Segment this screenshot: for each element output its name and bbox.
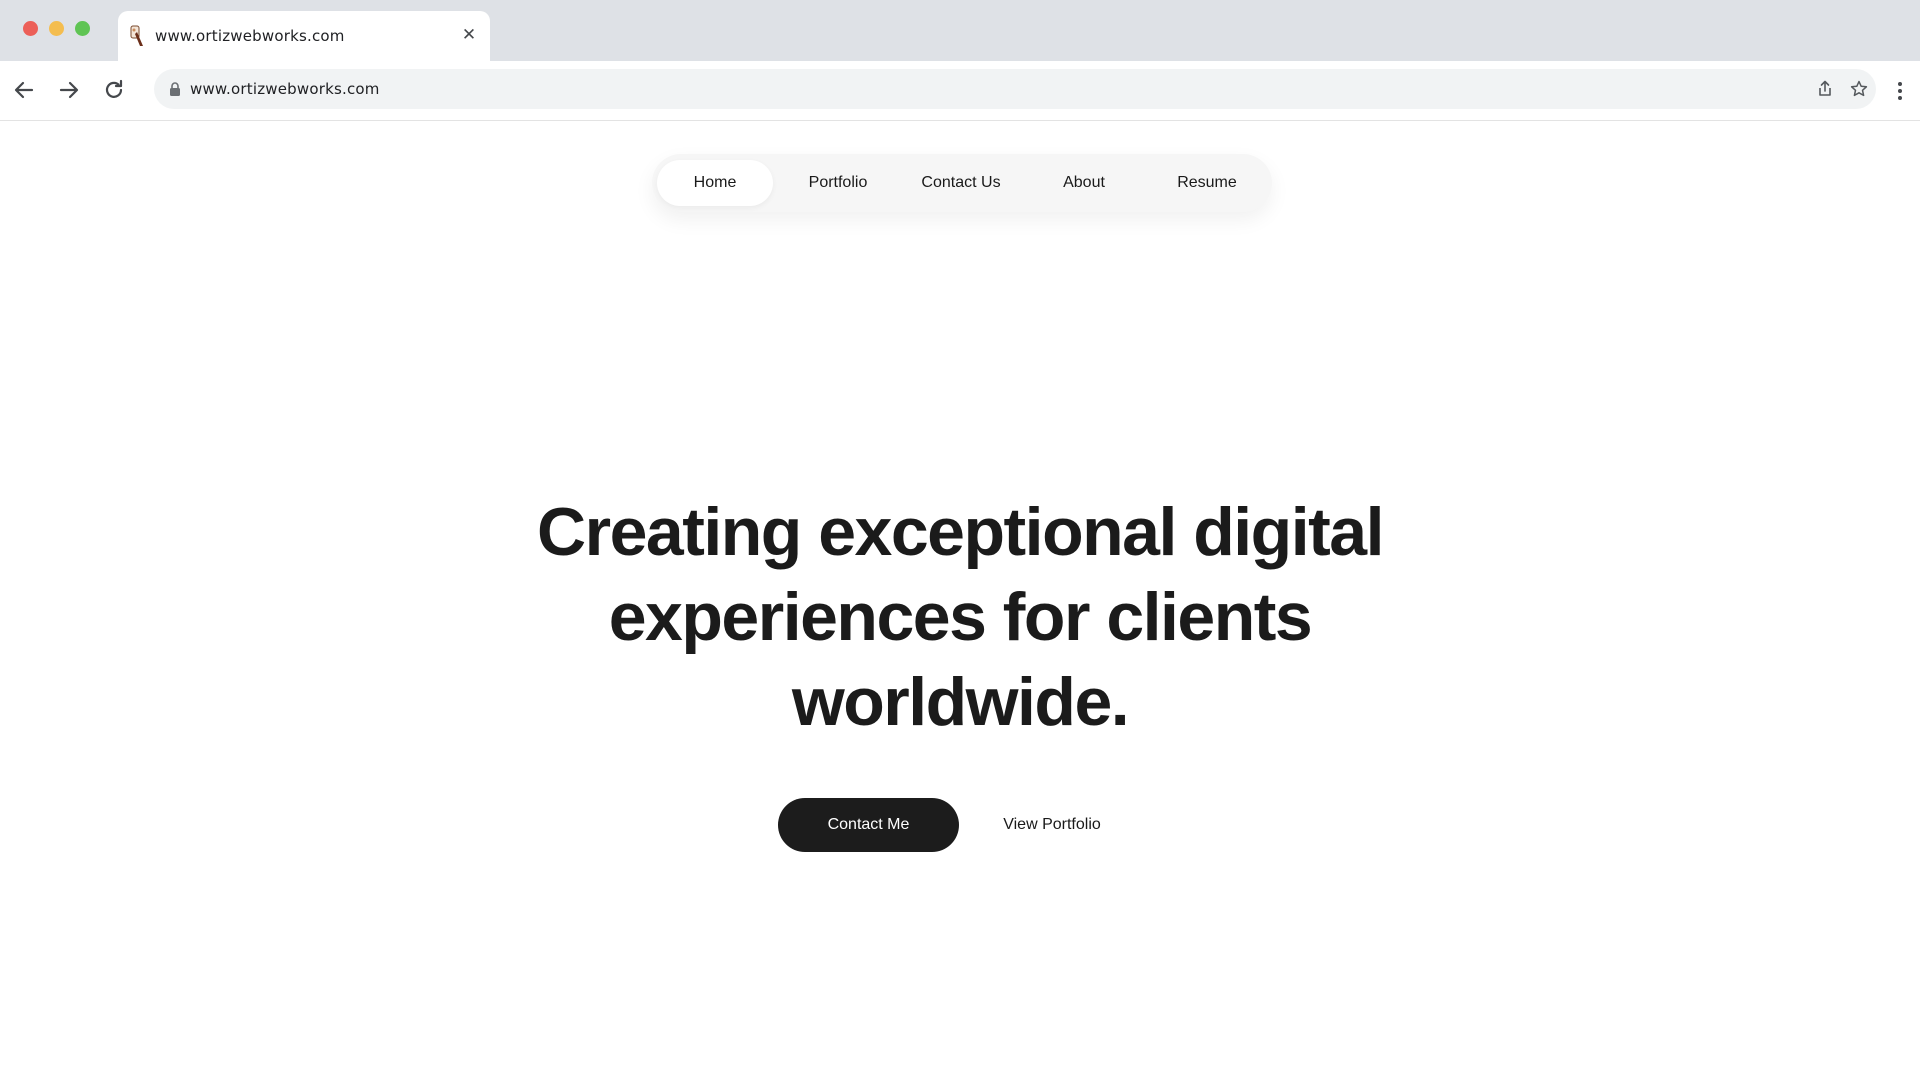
hero-line: worldwide. bbox=[791, 664, 1130, 740]
url-text: www.ortizwebworks.com bbox=[190, 80, 380, 98]
browser-tab-strip: www.ortizwebworks.com ✕ bbox=[0, 0, 1920, 61]
view-portfolio-link[interactable]: View Portfolio bbox=[992, 798, 1112, 852]
tab-title: www.ortizwebworks.com bbox=[155, 27, 345, 45]
forward-arrow-icon[interactable] bbox=[56, 77, 82, 103]
nav-item-home[interactable]: Home bbox=[657, 160, 773, 206]
browser-toolbar: www.ortizwebworks.com bbox=[0, 61, 1920, 121]
nav-item-portfolio[interactable]: Portfolio bbox=[780, 160, 896, 206]
nav-item-about[interactable]: About bbox=[1026, 160, 1142, 206]
hero-line: experiences for clients bbox=[608, 579, 1313, 655]
contact-me-button[interactable]: Contact Me bbox=[778, 798, 959, 852]
browser-tab[interactable]: www.ortizwebworks.com ✕ bbox=[118, 11, 490, 61]
address-bar[interactable]: www.ortizwebworks.com bbox=[154, 69, 1876, 109]
window-minimize-button[interactable] bbox=[49, 21, 64, 36]
reload-icon[interactable] bbox=[101, 77, 127, 103]
site-favicon-icon bbox=[130, 25, 143, 46]
share-icon[interactable] bbox=[1815, 79, 1835, 99]
close-icon[interactable]: ✕ bbox=[460, 26, 478, 44]
back-arrow-icon[interactable] bbox=[11, 77, 37, 103]
hero-headline: Creating exceptional digital experiences… bbox=[460, 490, 1460, 745]
nav-item-resume[interactable]: Resume bbox=[1149, 160, 1265, 206]
lock-icon bbox=[170, 82, 180, 96]
window-close-button[interactable] bbox=[23, 21, 38, 36]
window-zoom-button[interactable] bbox=[75, 21, 90, 36]
main-navigation: Home Portfolio Contact Us About Resume bbox=[652, 154, 1272, 212]
nav-item-contact-us[interactable]: Contact Us bbox=[903, 160, 1019, 206]
more-vertical-icon[interactable] bbox=[1890, 79, 1910, 103]
star-icon[interactable] bbox=[1849, 79, 1869, 99]
hero-line: Creating exceptional digital bbox=[537, 494, 1384, 570]
